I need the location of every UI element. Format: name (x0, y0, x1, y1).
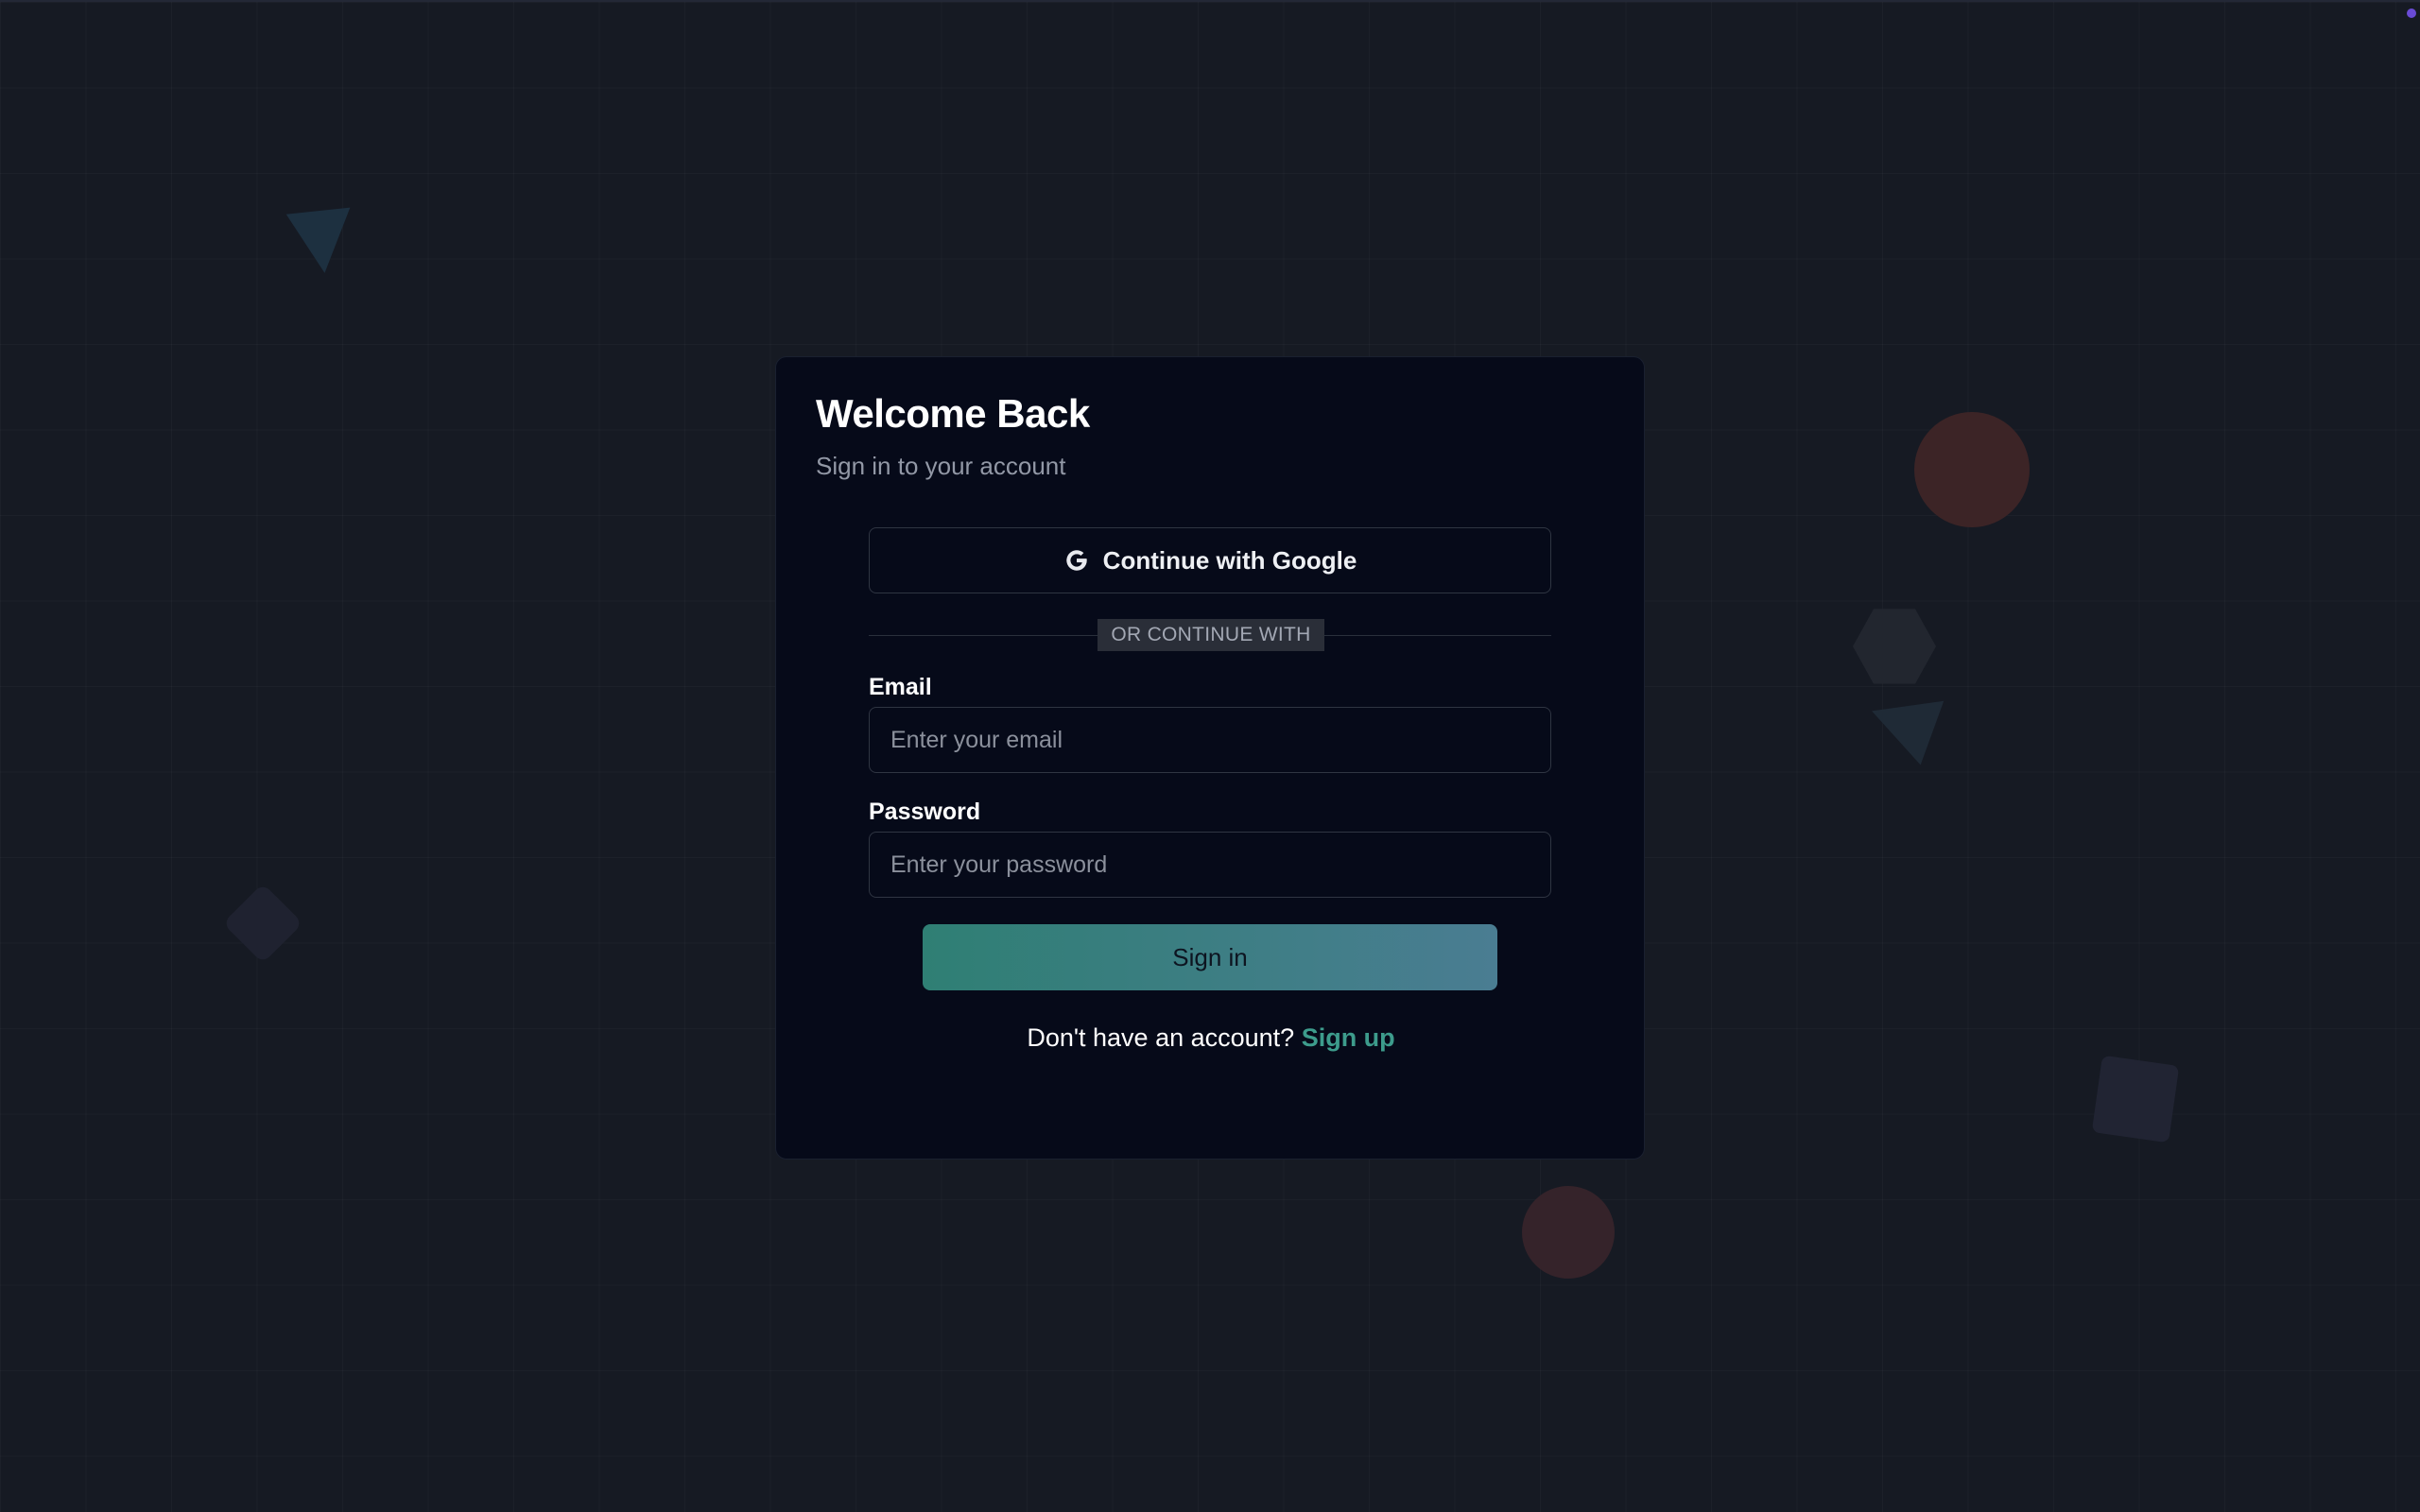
status-dot (2407, 9, 2416, 18)
divider-label: OR CONTINUE WITH (1098, 619, 1324, 651)
google-icon (1063, 547, 1090, 574)
decorative-square (2091, 1055, 2180, 1143)
password-field[interactable] (869, 832, 1551, 898)
decorative-circle (1522, 1186, 1615, 1279)
login-card: Welcome Back Sign in to your account Con… (775, 356, 1645, 1160)
page-subtitle: Sign in to your account (816, 452, 1066, 480)
decorative-circle (1914, 412, 2030, 527)
google-signin-button[interactable]: Continue with Google (869, 527, 1551, 593)
decorative-hexagon (1853, 609, 1936, 684)
login-page: Welcome Back Sign in to your account Con… (0, 0, 2420, 1512)
email-field[interactable] (869, 707, 1551, 773)
signup-row: Don't have an account? Sign up (776, 1023, 1646, 1053)
decorative-diamond (222, 883, 303, 964)
sign-up-link[interactable]: Sign up (1302, 1023, 1395, 1052)
decorative-triangle (285, 207, 357, 277)
page-title: Welcome Back (816, 391, 1090, 436)
password-label: Password (869, 799, 981, 825)
google-button-label: Continue with Google (1102, 545, 1357, 575)
decorative-triangle (1859, 679, 1945, 765)
sign-in-button[interactable]: Sign in (923, 924, 1497, 990)
signup-prompt: Don't have an account? (1027, 1023, 1302, 1052)
email-label: Email (869, 674, 932, 700)
